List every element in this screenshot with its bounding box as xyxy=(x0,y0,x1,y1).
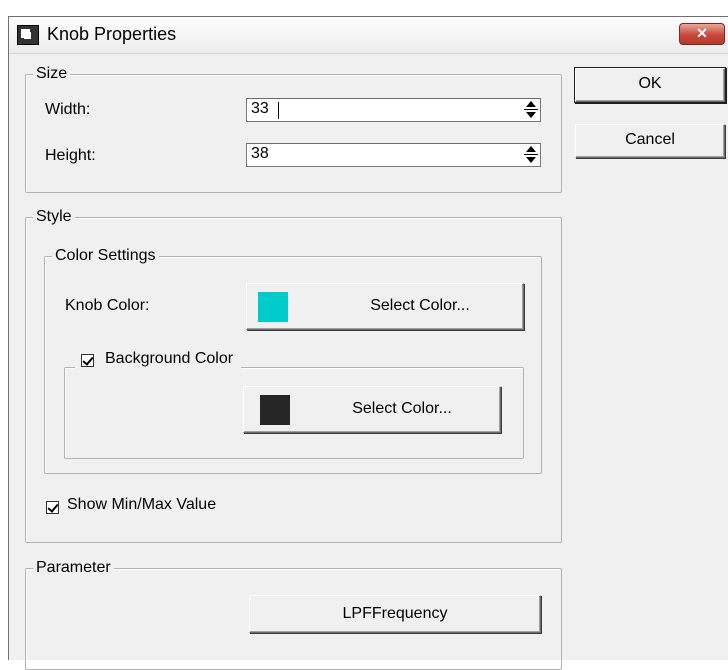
parameter-button[interactable]: LPFFrequency xyxy=(249,595,541,633)
style-group-legend: Style xyxy=(33,207,75,227)
spin-up-icon xyxy=(526,101,536,107)
spin-divider xyxy=(524,109,538,110)
knob-properties-dialog: Knob Properties ✕ Size Width: 33 Height:… xyxy=(8,16,728,670)
cancel-button-label: Cancel xyxy=(625,131,675,148)
color-settings-legend: Color Settings xyxy=(52,246,159,266)
parameter-group-legend: Parameter xyxy=(33,558,114,578)
height-spinbox[interactable]: 38 xyxy=(246,143,541,167)
show-minmax-label[interactable]: Show Min/Max Value xyxy=(67,496,216,514)
ok-button-label: OK xyxy=(638,75,662,92)
show-minmax-checkbox[interactable] xyxy=(46,501,59,514)
height-input[interactable]: 38 xyxy=(251,145,269,163)
knob-color-label: Knob Color: xyxy=(65,297,150,314)
spin-down-icon xyxy=(526,112,536,118)
knob-select-color-button[interactable]: Select Color... xyxy=(246,283,524,330)
text-caret xyxy=(278,102,279,119)
height-label: Height: xyxy=(45,147,96,164)
window-title: Knob Properties xyxy=(47,24,177,44)
background-color-checkbox[interactable] xyxy=(81,354,94,367)
cancel-button[interactable]: Cancel xyxy=(575,124,725,158)
width-spinbox[interactable]: 33 xyxy=(246,98,541,122)
background-select-color-label: Select Color... xyxy=(352,400,452,417)
background-color-legend[interactable]: Background Color xyxy=(75,348,242,372)
height-spin-arrows[interactable] xyxy=(524,145,538,165)
width-input[interactable]: 33 xyxy=(251,100,269,118)
checkmark-icon xyxy=(47,501,59,513)
width-spin-arrows[interactable] xyxy=(524,100,538,120)
background-select-color-button[interactable]: Select Color... xyxy=(243,386,501,433)
width-label: Width: xyxy=(45,101,91,118)
title-bar[interactable]: Knob Properties ✕ xyxy=(9,17,728,54)
background-color-swatch xyxy=(260,395,290,425)
background-color-checkbox-label: Background Color xyxy=(105,350,234,367)
ok-button[interactable]: OK xyxy=(575,68,725,102)
close-button[interactable]: ✕ xyxy=(679,23,725,45)
checkmark-icon xyxy=(82,354,94,366)
parameter-button-label: LPFFrequency xyxy=(342,605,448,622)
knob-select-color-label: Select Color... xyxy=(370,297,470,314)
knob-color-swatch xyxy=(258,292,288,322)
spin-up-icon xyxy=(526,146,536,152)
size-group: Size xyxy=(25,64,562,193)
spin-divider xyxy=(524,154,538,155)
window-app-icon xyxy=(17,25,39,45)
spin-down-icon xyxy=(526,157,536,163)
size-group-legend: Size xyxy=(33,64,71,84)
